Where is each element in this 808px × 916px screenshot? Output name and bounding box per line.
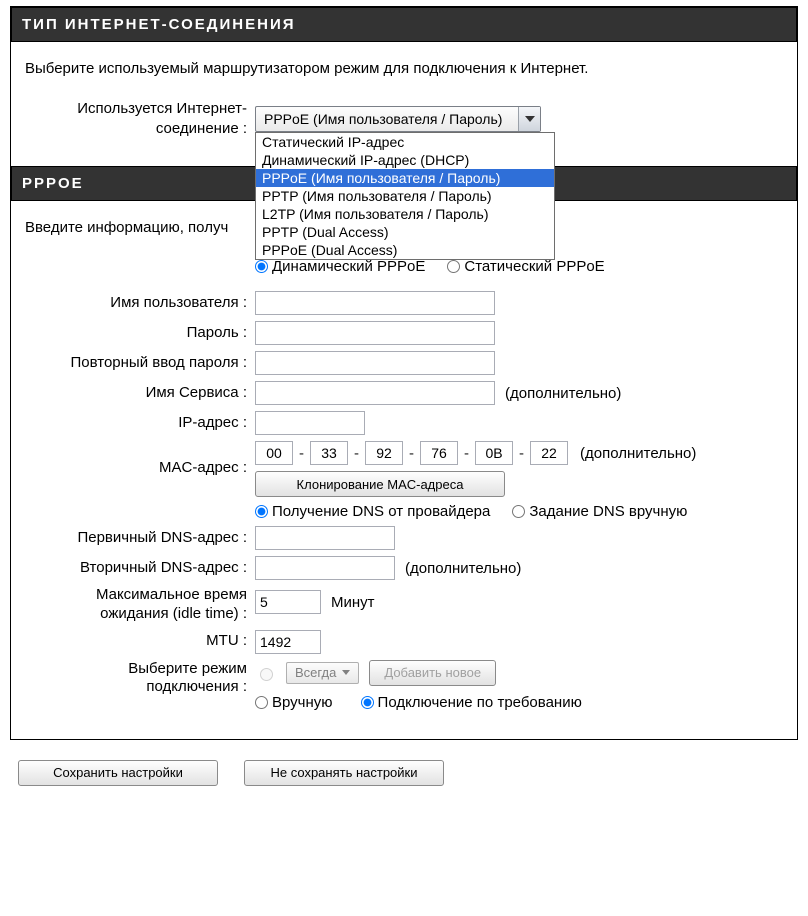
connmode-always-radio[interactable] [260, 668, 273, 681]
password-confirm-input[interactable] [255, 351, 495, 375]
optional-note: (дополнительно) [580, 445, 696, 462]
connmode-manual-radio[interactable] [255, 696, 268, 709]
connection-type-option[interactable]: Статический IP-адрес [256, 133, 554, 151]
connection-type-option[interactable]: Динамический IP-адрес (DHCP) [256, 151, 554, 169]
connection-type-option[interactable]: PPTP (Имя пользователя / Пароль) [256, 187, 554, 205]
username-input[interactable] [255, 291, 495, 315]
primary-dns-label: Первичный DNS-адрес : [25, 529, 255, 548]
connection-type-label: Используется Интернет-соединение : [25, 99, 255, 138]
section-title-pppoe: PPPOE [22, 175, 84, 192]
mac-address-label: MAC-адрес : [25, 441, 255, 478]
service-name-input[interactable] [255, 381, 495, 405]
optional-note: (дополнительно) [505, 385, 621, 402]
connmode-ondemand-radio[interactable] [361, 696, 374, 709]
secondary-dns-input[interactable] [255, 556, 395, 580]
dns-auto-radio[interactable] [255, 505, 268, 518]
password-label: Пароль : [25, 324, 255, 343]
idle-time-unit: Минут [331, 594, 375, 611]
chevron-down-icon [342, 670, 350, 675]
section-title: ТИП ИНТЕРНЕТ-СОЕДИНЕНИЯ [22, 16, 296, 33]
mac-octet-1[interactable] [255, 441, 293, 465]
mac-octet-6[interactable] [530, 441, 568, 465]
dns-manual-radio[interactable] [512, 505, 525, 518]
secondary-dns-label: Вторичный DNS-адрес : [25, 559, 255, 578]
connection-type-dropdown-list[interactable]: Статический IP-адресДинамический IP-адре… [255, 132, 555, 260]
ip-address-input[interactable] [255, 411, 365, 435]
connmode-ondemand[interactable]: Подключение по требованию [361, 694, 582, 711]
mtu-label: MTU : [25, 632, 255, 651]
dns-auto[interactable]: Получение DNS от провайдера [255, 503, 490, 520]
mac-address-fields: - - - - - (дополнительно) [255, 441, 696, 465]
optional-note: (дополнительно) [405, 560, 521, 577]
connection-type-selected: PPPoE (Имя пользователя / Пароль) [256, 111, 518, 127]
section-header-connection-type: ТИП ИНТЕРНЕТ-СОЕДИНЕНИЯ [11, 7, 797, 42]
mac-octet-5[interactable] [475, 441, 513, 465]
service-name-label: Имя Сервиса : [25, 384, 255, 403]
connmode-always-select[interactable]: Всегда [286, 662, 359, 684]
connmode-manual[interactable]: Вручную [255, 694, 333, 711]
idle-time-input[interactable] [255, 590, 321, 614]
pppoe-mode-dynamic[interactable]: Динамический PPPoE [255, 258, 425, 275]
ip-address-label: IP-адрес : [25, 414, 255, 433]
dropdown-arrow-button[interactable] [518, 107, 540, 131]
dns-manual[interactable]: Задание DNS вручную [512, 503, 687, 520]
pppoe-mode-static-radio[interactable] [447, 260, 460, 273]
password-input[interactable] [255, 321, 495, 345]
connection-type-option[interactable]: PPPoE (Имя пользователя / Пароль) [256, 169, 554, 187]
idle-time-label: Максимальное время ожидания (idle time) … [25, 586, 255, 624]
chevron-down-icon [525, 116, 535, 122]
connection-type-select[interactable]: PPPoE (Имя пользователя / Пароль) [255, 106, 541, 132]
mtu-input[interactable] [255, 630, 321, 654]
mac-octet-4[interactable] [420, 441, 458, 465]
connection-type-option[interactable]: PPTP (Dual Access) [256, 223, 554, 241]
clone-mac-button[interactable]: Клонирование MAC-адреса [255, 471, 505, 497]
mac-octet-3[interactable] [365, 441, 403, 465]
connection-type-option[interactable]: PPPoE (Dual Access) [256, 241, 554, 259]
save-settings-button[interactable]: Сохранить настройки [18, 760, 218, 786]
add-new-button[interactable]: Добавить новое [369, 660, 496, 686]
pppoe-mode-static[interactable]: Статический PPPoE [447, 258, 604, 275]
connection-type-option[interactable]: L2TP (Имя пользователя / Пароль) [256, 205, 554, 223]
connection-type-intro: Выберите используемый маршрутизатором ре… [25, 60, 783, 77]
password-confirm-label: Повторный ввод пароля : [25, 354, 255, 373]
username-label: Имя пользователя : [25, 294, 255, 313]
mac-octet-2[interactable] [310, 441, 348, 465]
connection-mode-label: Выберите режим подключения : [25, 660, 255, 698]
dont-save-settings-button[interactable]: Не сохранять настройки [244, 760, 444, 786]
pppoe-mode-dynamic-radio[interactable] [255, 260, 268, 273]
primary-dns-input[interactable] [255, 526, 395, 550]
